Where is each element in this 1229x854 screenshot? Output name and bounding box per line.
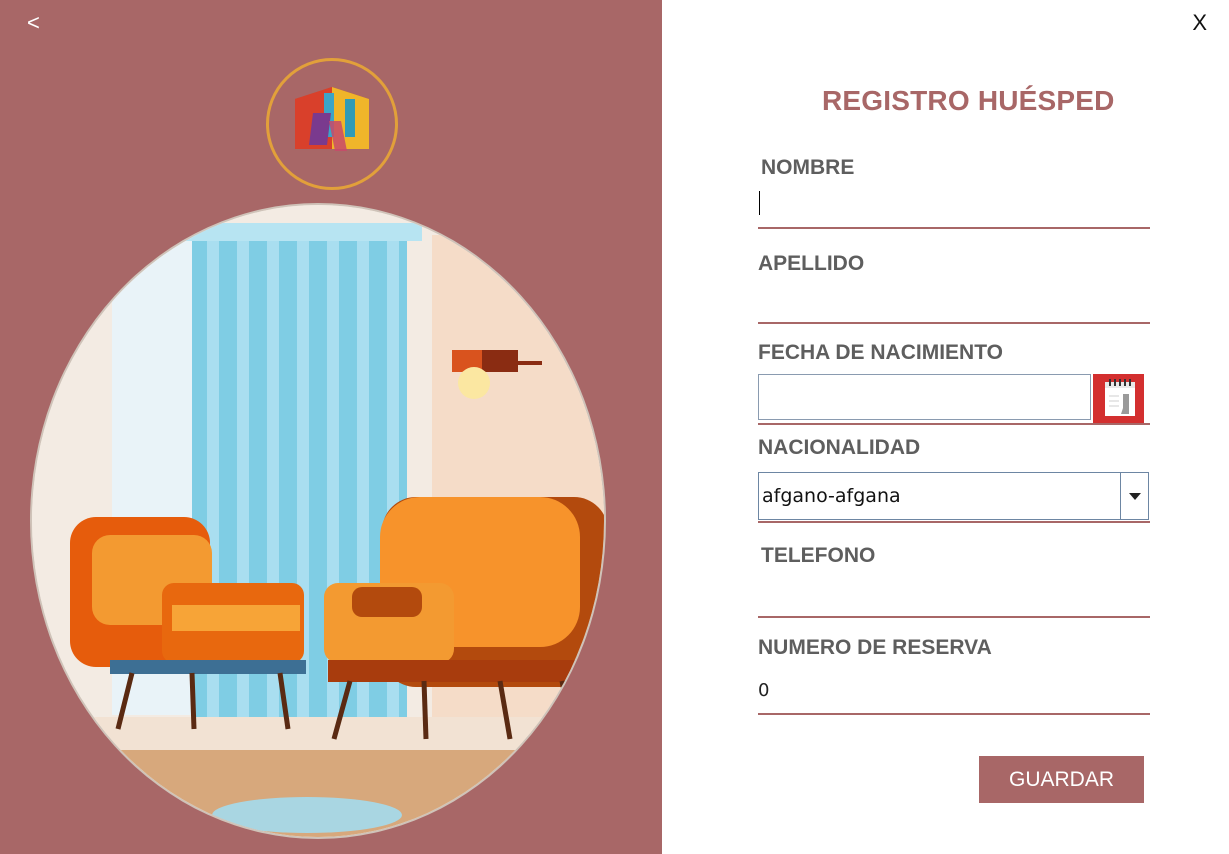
numero-reserva-label: NUMERO DE RESERVA <box>758 636 992 659</box>
nacionalidad-underline <box>758 521 1150 523</box>
nacionalidad-label: NACIONALIDAD <box>758 436 921 459</box>
numero-reserva-underline <box>758 713 1150 715</box>
chevron-down-icon <box>1129 493 1141 500</box>
lounge-illustration <box>30 203 606 839</box>
numero-reserva-value: 0 <box>758 680 770 701</box>
fecha-nacimiento-label: FECHA DE NACIMIENTO <box>758 341 1004 364</box>
nombre-label: NOMBRE <box>761 156 855 179</box>
back-button[interactable]: < <box>27 10 40 36</box>
hotel-logo-icon <box>266 58 398 190</box>
fecha-nacimiento-underline <box>758 423 1150 425</box>
apellido-field[interactable] <box>758 284 1150 324</box>
close-button[interactable]: X <box>1192 10 1207 36</box>
nacionalidad-selected-value: afgano-afgana <box>762 485 901 507</box>
telefono-label: TELEFONO <box>761 544 876 567</box>
nombre-field[interactable] <box>758 189 1150 229</box>
calendar-icon <box>1105 379 1135 416</box>
save-button[interactable]: GUARDAR <box>979 756 1144 803</box>
apellido-label: APELLIDO <box>758 252 865 275</box>
nacionalidad-dropdown-button[interactable] <box>1120 473 1148 519</box>
text-caret <box>759 191 760 215</box>
fecha-nacimiento-field[interactable] <box>758 374 1091 420</box>
telefono-field[interactable] <box>758 578 1150 618</box>
page-title: REGISTRO HUÉSPED <box>822 85 1115 116</box>
left-panel: < <box>0 0 662 854</box>
calendar-button[interactable] <box>1093 374 1144 423</box>
nacionalidad-select[interactable]: afgano-afgana <box>758 472 1149 520</box>
